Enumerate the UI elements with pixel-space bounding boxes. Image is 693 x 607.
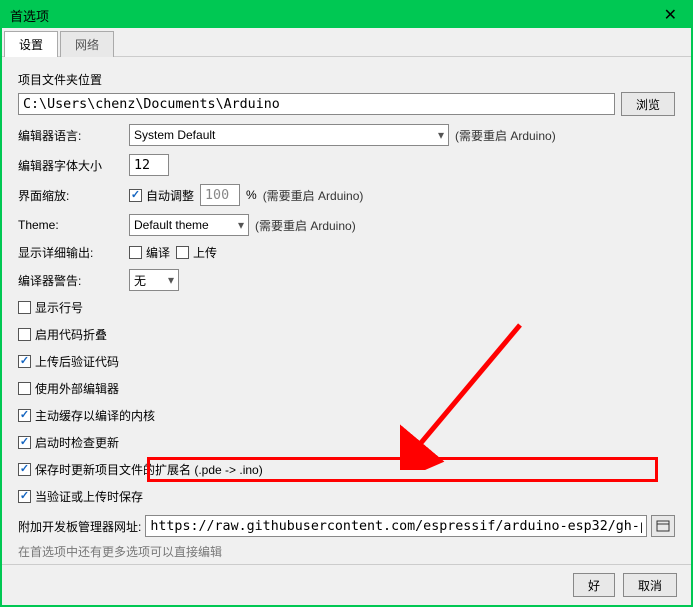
more-prefs-text: 在首选项中还有更多选项可以直接编辑 [18,543,675,560]
close-button[interactable]: ✕ [658,5,683,25]
warnings-label: 编译器警告: [18,272,123,289]
verbose-compile-checkbox[interactable]: 编译 [129,244,170,261]
tab-network[interactable]: 网络 [60,31,114,57]
checkbox-icon [129,246,142,259]
verbose-label: 显示详细输出: [18,244,123,261]
opt-external-editor[interactable]: 使用外部编辑器 [18,380,675,397]
boards-url-input[interactable] [145,515,647,537]
opt-aggressive-cache[interactable]: 主动缓存以编译的内核 [18,407,675,424]
language-hint: (需要重启 Arduino) [455,127,556,144]
checkbox-icon [18,463,31,476]
opt-update-ext[interactable]: 保存时更新项目文件的扩展名 (.pde -> .ino) [18,461,675,478]
theme-select[interactable]: Default theme [129,214,249,236]
scale-label: 界面缩放: [18,187,123,204]
checkbox-icon [18,301,31,314]
scale-hint: (需要重启 Arduino) [263,187,364,204]
browse-button[interactable]: 浏览 [621,92,675,116]
checkbox-icon [129,189,142,202]
editor-language-label: 编辑器语言: [18,127,123,144]
checkbox-icon [18,328,31,341]
boards-url-expand-button[interactable] [651,515,675,537]
opt-code-folding[interactable]: 启用代码折叠 [18,326,675,343]
checkbox-icon [176,246,189,259]
options-list: 显示行号 启用代码折叠 上传后验证代码 使用外部编辑器 主动缓存以编译的内核 启… [18,299,675,505]
titlebar: 首选项 ✕ [2,2,691,28]
editor-language-select[interactable]: System Default [129,124,449,146]
scale-value-input[interactable] [200,184,240,206]
window-title: 首选项 [10,6,49,25]
opt-line-numbers[interactable]: 显示行号 [18,299,675,316]
verbose-upload-checkbox[interactable]: 上传 [176,244,217,261]
checkbox-icon [18,355,31,368]
checkbox-icon [18,382,31,395]
scale-auto-checkbox[interactable]: 自动调整 [129,187,194,204]
font-size-input[interactable] [129,154,169,176]
opt-save-on-verify[interactable]: 当验证或上传时保存 [18,488,675,505]
content-panel: 项目文件夹位置 浏览 编辑器语言: System Default (需要重启 A… [2,57,691,564]
window-icon [656,520,670,532]
footer: 好 取消 [2,564,691,605]
boards-url-row: 附加开发板管理器网址: [18,515,675,537]
checkbox-icon [18,490,31,503]
sketchbook-path-input[interactable] [18,93,615,115]
ok-button[interactable]: 好 [573,573,615,597]
opt-check-updates[interactable]: 启动时检查更新 [18,434,675,451]
scale-pct: % [246,188,257,202]
tabs: 设置 网络 [2,28,691,57]
opt-verify-after-upload[interactable]: 上传后验证代码 [18,353,675,370]
tab-settings[interactable]: 设置 [4,31,58,57]
boards-url-label: 附加开发板管理器网址: [18,518,141,535]
theme-hint: (需要重启 Arduino) [255,217,356,234]
font-size-label: 编辑器字体大小 [18,157,123,174]
checkbox-icon [18,409,31,422]
sketchbook-label: 项目文件夹位置 [18,71,675,88]
warnings-select[interactable]: 无 [129,269,179,291]
cancel-button[interactable]: 取消 [623,573,677,597]
checkbox-icon [18,436,31,449]
theme-label: Theme: [18,218,123,232]
